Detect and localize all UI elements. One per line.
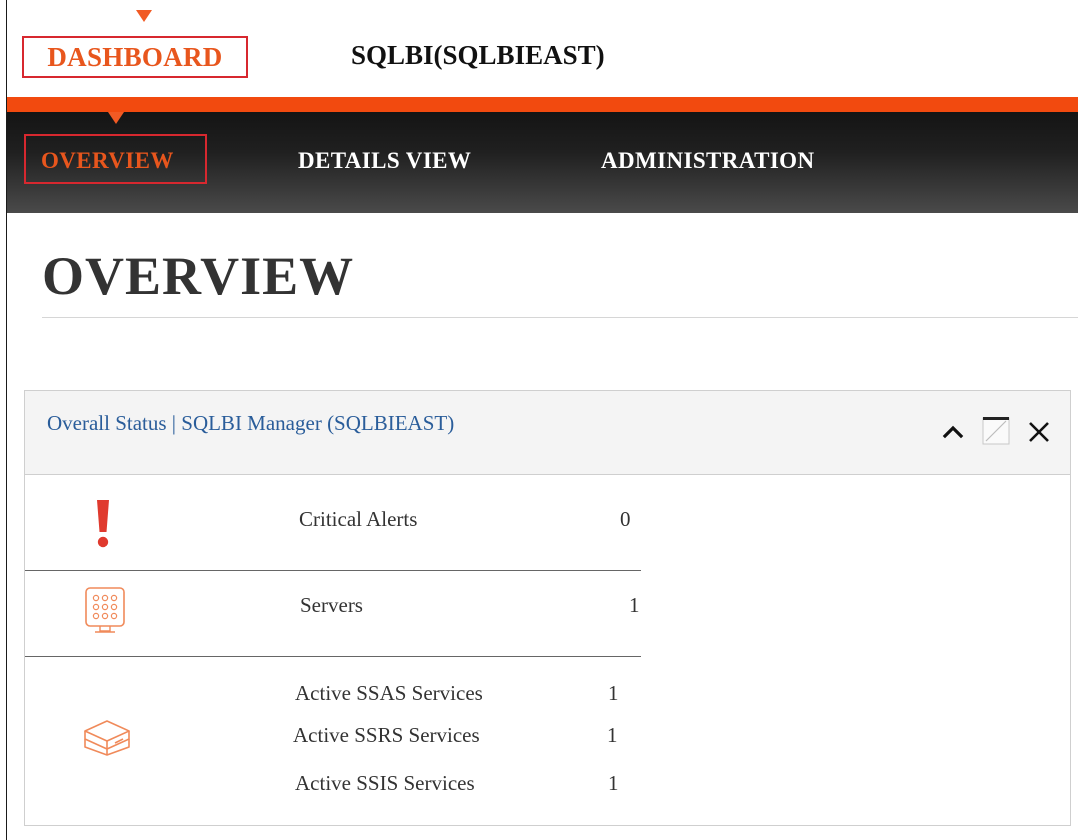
servers-value: 1 (629, 593, 640, 617)
server-name: SQLBI(SQLBIEAST) (351, 40, 605, 70)
tab-administration[interactable]: ADMINISTRATION (601, 148, 814, 174)
row-divider (25, 656, 641, 657)
alert-icon (93, 498, 113, 550)
maximize-icon[interactable] (980, 415, 1012, 447)
accent-strip (7, 97, 1078, 112)
collapse-icon[interactable] (940, 419, 966, 445)
server-icon (83, 585, 127, 637)
ssas-services-value: 1 (608, 681, 619, 705)
tab-overview[interactable]: OVERVIEW (41, 148, 174, 174)
close-icon[interactable] (1026, 419, 1052, 445)
widget-header: Overall Status | SQLBI Manager (SQLBIEAS… (25, 391, 1070, 475)
ssis-services-value: 1 (608, 771, 619, 795)
servers-label: Servers (300, 593, 363, 617)
row-divider (25, 570, 641, 571)
ssrs-services-value: 1 (607, 723, 618, 747)
ssis-services-label: Active SSIS Services (295, 771, 475, 795)
widget-title-link[interactable]: Overall Status | SQLBI Manager (SQLBIEAS… (47, 411, 454, 436)
critical-alerts-label: Critical Alerts (299, 507, 418, 531)
ssas-services-label: Active SSAS Services (295, 681, 483, 705)
tab-details-view[interactable]: DETAILS VIEW (298, 148, 471, 174)
brand-caret-icon (136, 10, 152, 22)
services-icon (81, 717, 133, 757)
overall-status-widget: Overall Status | SQLBI Manager (SQLBIEAS… (24, 390, 1071, 826)
ssrs-services-label: Active SSRS Services (293, 723, 480, 747)
nav-active-caret-icon (108, 112, 124, 124)
title-divider (42, 317, 1078, 318)
dashboard-brand[interactable]: DASHBOARD (22, 36, 248, 78)
page-title: OVERVIEW (42, 246, 355, 306)
critical-alerts-value: 0 (620, 507, 631, 531)
